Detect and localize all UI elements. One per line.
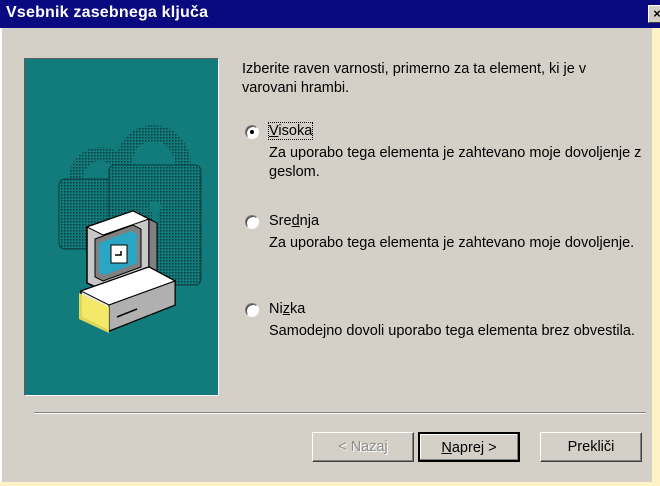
mnemonic-letter: V	[269, 123, 279, 139]
computer-with-padlock-icon	[58, 125, 202, 333]
dialog-body: Izberite raven varnosti, primerno za ta …	[0, 28, 654, 482]
option-low-label[interactable]: Nizka	[269, 301, 305, 317]
backdrop-strip	[652, 28, 660, 486]
close-icon: ×	[653, 6, 660, 21]
instruction-text: Izberite raven varnosti, primerno za ta …	[242, 61, 587, 96]
radio-selected-dot	[250, 130, 254, 134]
cancel-button[interactable]: Prekliči	[540, 432, 642, 462]
option-high-description: Za uporabo tega elementa je zahtevano mo…	[269, 145, 642, 180]
close-button[interactable]: ×	[648, 5, 660, 23]
option-medium-label[interactable]: Srednja	[269, 213, 319, 229]
radio-medium[interactable]	[245, 215, 259, 229]
option-low-description: Samodejno dovoli uporabo tega elementa b…	[269, 323, 635, 339]
option-medium-description: Za uporabo tega elementa je zahtevano mo…	[269, 235, 635, 251]
option-high-label[interactable]: Visoka	[267, 122, 314, 140]
window-title: Vsebnik zasebnega ključa	[6, 4, 209, 21]
title-bar[interactable]: Vsebnik zasebnega ključa ×	[0, 0, 660, 28]
separator-line	[34, 412, 646, 414]
illustration-panel	[24, 58, 219, 396]
next-button[interactable]: Naprej >	[418, 432, 520, 462]
dialog-window: Vsebnik zasebnega ključa × Izberite rave…	[0, 0, 660, 486]
back-button[interactable]: < Nazaj	[312, 432, 414, 462]
radio-low[interactable]	[245, 303, 259, 317]
mnemonic-letter: d	[291, 213, 300, 229]
mnemonic-letter: N	[441, 440, 452, 456]
mnemonic-letter: z	[282, 301, 290, 317]
radio-high[interactable]	[245, 125, 259, 139]
